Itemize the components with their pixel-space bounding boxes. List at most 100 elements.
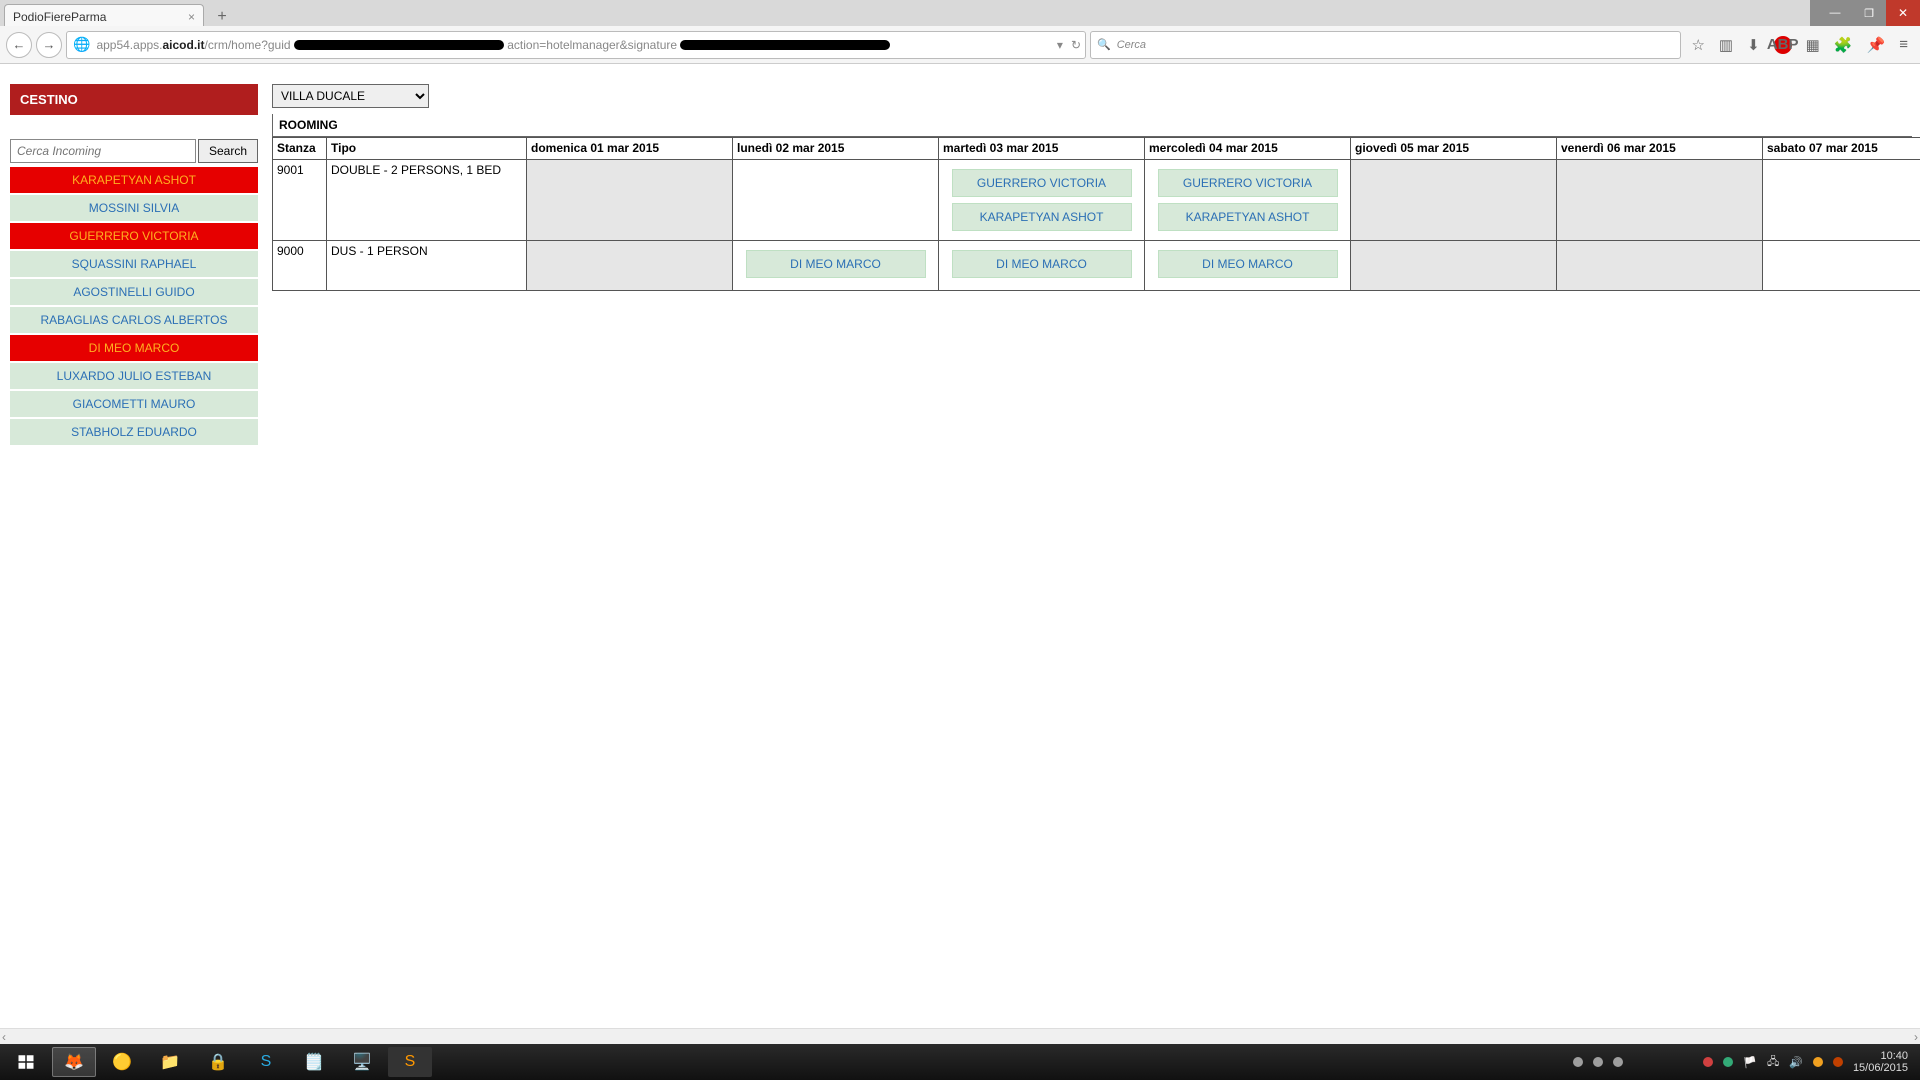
sidebar-person[interactable]: KARAPETYAN ASHOT: [10, 167, 258, 193]
sidebar-person[interactable]: GIACOMETTI MAURO: [10, 391, 258, 417]
tray-icon[interactable]: [1833, 1057, 1843, 1067]
cell-day: DI MEO MARCO: [1145, 241, 1351, 291]
cell-stanza: 9001: [273, 160, 327, 241]
col-day-2: martedì 03 mar 2015: [939, 138, 1145, 160]
menu-icon[interactable]: ≡: [1899, 36, 1908, 53]
cell-day: GUERRERO VICTORIA KARAPETYAN ASHOT: [939, 160, 1145, 241]
taskbar-explorer[interactable]: 📁: [148, 1047, 192, 1077]
booking-chip[interactable]: DI MEO MARCO: [952, 250, 1132, 278]
tray-icon[interactable]: [1593, 1057, 1603, 1067]
sidebar-person[interactable]: AGOSTINELLI GUIDO: [10, 279, 258, 305]
reload-icon[interactable]: ↻: [1071, 38, 1081, 52]
adblock-icon[interactable]: ABP: [1774, 36, 1792, 54]
sidebar-person[interactable]: GUERRERO VICTORIA: [10, 223, 258, 249]
tray-volume-icon[interactable]: 🔊: [1789, 1056, 1803, 1069]
qr-icon[interactable]: ▦: [1806, 36, 1820, 54]
sidebar-person[interactable]: RABAGLIAS CARLOS ALBERTOS: [10, 307, 258, 333]
booking-chip[interactable]: DI MEO MARCO: [1158, 250, 1338, 278]
sidebar-people-list: KARAPETYAN ASHOTMOSSINI SILVIAGUERRERO V…: [10, 167, 258, 445]
tab-close-icon[interactable]: ×: [188, 10, 195, 24]
col-tipo: Tipo: [327, 138, 527, 160]
browser-tab[interactable]: PodioFiereParma ×: [4, 4, 204, 28]
sidebar-title: CESTINO: [10, 84, 258, 115]
bookmark-star-icon[interactable]: ☆: [1691, 36, 1704, 54]
new-tab-button[interactable]: +: [210, 6, 234, 28]
table-row: 9000DUS - 1 PERSONDI MEO MARCODI MEO MAR…: [273, 241, 1920, 291]
sidebar-person[interactable]: MOSSINI SILVIA: [10, 195, 258, 221]
window-maximize-button[interactable]: [1852, 0, 1886, 26]
pin-icon[interactable]: 📌: [1867, 36, 1886, 54]
booking-chip[interactable]: GUERRERO VICTORIA: [1158, 169, 1338, 197]
tray-icon[interactable]: [1703, 1057, 1713, 1067]
clock-date: 15/06/2015: [1853, 1062, 1908, 1074]
url-bar[interactable]: 🌐 app54.apps.aicod.it/crm/home?guid acti…: [66, 31, 1086, 59]
tray-icon[interactable]: [1613, 1057, 1623, 1067]
tray-icon[interactable]: [1723, 1057, 1733, 1067]
tray-network-icon[interactable]: 🖧: [1767, 1053, 1779, 1072]
cell-day: DI MEO MARCO: [733, 241, 939, 291]
col-day-4: giovedì 05 mar 2015: [1351, 138, 1557, 160]
main-panel: VILLA DUCALE ROOMING Stanza Tipo domenic…: [272, 84, 1912, 291]
sidebar-person[interactable]: SQUASSINI RAPHAEL: [10, 251, 258, 277]
hotel-select[interactable]: VILLA DUCALE: [273, 85, 428, 107]
section-label: ROOMING: [272, 114, 1912, 137]
cell-day: [527, 241, 733, 291]
taskbar-sublime[interactable]: S: [388, 1047, 432, 1077]
globe-icon: 🌐: [73, 36, 90, 53]
horizontal-scrollbar[interactable]: ‹ ›: [0, 1028, 1920, 1044]
taskbar-skype[interactable]: S: [244, 1047, 288, 1077]
sidebar: CESTINO Search KARAPETYAN ASHOTMOSSINI S…: [10, 84, 258, 445]
taskbar-app-1[interactable]: 🖥️: [340, 1047, 384, 1077]
taskbar-notes[interactable]: 🗒️: [292, 1047, 336, 1077]
tray-flag-icon[interactable]: 🏳️: [1743, 1056, 1757, 1069]
booking-chip[interactable]: KARAPETYAN ASHOT: [952, 203, 1132, 231]
sidebar-person[interactable]: STABHOLZ EDUARDO: [10, 419, 258, 445]
booking-chip[interactable]: DI MEO MARCO: [746, 250, 926, 278]
cell-day: [1557, 160, 1763, 241]
cell-day: [1351, 241, 1557, 291]
col-day-0: domenica 01 mar 2015: [527, 138, 733, 160]
scroll-right-icon[interactable]: ›: [1914, 1030, 1918, 1044]
toolbar-icons: ☆ ▥ ⬇ ABP ▦ 🧩 📌 ≡: [1685, 36, 1914, 54]
window-close-button[interactable]: [1886, 0, 1920, 26]
cell-day: [1763, 241, 1920, 291]
tab-title: PodioFiereParma: [13, 10, 106, 24]
sidebar-search-input[interactable]: [10, 139, 196, 163]
rooming-table: Stanza Tipo domenica 01 mar 2015 lunedì …: [272, 137, 1920, 291]
start-button[interactable]: [4, 1047, 48, 1077]
cell-day: [1351, 160, 1557, 241]
url-text: app54.apps.aicod.it/crm/home?guid action…: [96, 38, 890, 52]
taskbar-clock[interactable]: 10:40 15/06/2015: [1853, 1050, 1908, 1074]
taskbar-chrome[interactable]: 🟡: [100, 1047, 144, 1077]
taskbar-firefox[interactable]: 🦊: [52, 1047, 96, 1077]
col-day-5: venerdì 06 mar 2015: [1557, 138, 1763, 160]
forward-button[interactable]: →: [36, 32, 62, 58]
window-minimize-button[interactable]: [1818, 0, 1852, 26]
sidebar-search-button[interactable]: Search: [198, 139, 258, 163]
scroll-left-icon[interactable]: ‹: [2, 1030, 6, 1044]
page-content: CESTINO Search KARAPETYAN ASHOTMOSSINI S…: [0, 64, 1920, 1044]
search-placeholder: Cerca: [1117, 39, 1146, 51]
cell-day: DI MEO MARCO: [939, 241, 1145, 291]
back-button[interactable]: ←: [6, 32, 32, 58]
col-day-3: mercoledì 04 mar 2015: [1145, 138, 1351, 160]
cell-day: [1763, 160, 1920, 241]
tray-icon[interactable]: [1813, 1057, 1823, 1067]
sidebar-search-row: Search: [10, 139, 258, 163]
browser-search-box[interactable]: 🔍 Cerca: [1090, 31, 1681, 59]
downloads-icon[interactable]: ⬇: [1747, 36, 1760, 54]
col-day-6: sabato 07 mar 2015: [1763, 138, 1920, 160]
cell-day: [733, 160, 939, 241]
sidebar-person[interactable]: DI MEO MARCO: [10, 335, 258, 361]
dropdown-icon[interactable]: ▾: [1057, 38, 1063, 52]
taskbar-lock-app[interactable]: 🔒: [196, 1047, 240, 1077]
sidebar-person[interactable]: LUXARDO JULIO ESTEBAN: [10, 363, 258, 389]
booking-chip[interactable]: KARAPETYAN ASHOT: [1158, 203, 1338, 231]
tray-icon[interactable]: [1573, 1057, 1583, 1067]
library-icon[interactable]: ▥: [1719, 36, 1733, 54]
cell-tipo: DOUBLE - 2 PERSONS, 1 BED: [327, 160, 527, 241]
cell-day: GUERRERO VICTORIA KARAPETYAN ASHOT: [1145, 160, 1351, 241]
puzzle-icon[interactable]: 🧩: [1834, 36, 1853, 54]
booking-chip[interactable]: GUERRERO VICTORIA: [952, 169, 1132, 197]
cell-stanza: 9000: [273, 241, 327, 291]
